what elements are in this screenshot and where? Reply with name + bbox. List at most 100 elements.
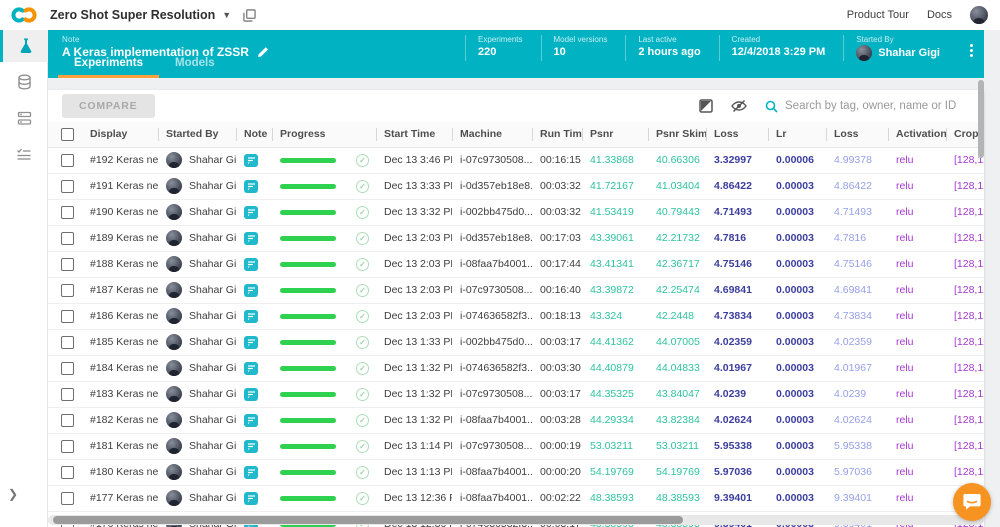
experiment-row[interactable]: #190 Keras ne... Shahar Gigi ✓ Dec 133:3… bbox=[48, 199, 984, 226]
select-all-checkbox[interactable] bbox=[48, 122, 82, 148]
column-header-activation[interactable]: Activation bbox=[888, 122, 947, 148]
experiment-row[interactable]: #177 Keras ne... Shahar Gigi ✓ Dec 1312:… bbox=[48, 485, 984, 512]
note-icon[interactable] bbox=[244, 439, 258, 453]
row-checkbox[interactable] bbox=[48, 329, 82, 356]
metric-psnr: 44.41362 bbox=[582, 329, 648, 356]
experiment-display-name[interactable]: #184 Keras ne... bbox=[82, 355, 158, 382]
intercom-chat-button[interactable] bbox=[953, 483, 991, 521]
column-header-display[interactable]: Display bbox=[82, 122, 158, 148]
hide-columns-eye-off-icon[interactable] bbox=[731, 99, 747, 113]
comet-logo[interactable] bbox=[0, 7, 48, 23]
status-complete-icon: ✓ bbox=[356, 387, 369, 401]
experiment-display-name[interactable]: #180 Keras ne... bbox=[82, 459, 158, 486]
search-input[interactable] bbox=[785, 100, 965, 112]
note-icon[interactable] bbox=[244, 413, 258, 427]
experiment-row[interactable]: #191 Keras ne... Shahar Gigi ✓ Dec 133:3… bbox=[48, 173, 984, 200]
experiment-display-name[interactable]: #187 Keras ne... bbox=[82, 277, 158, 304]
project-dropdown-caret-icon[interactable]: ▼ bbox=[222, 10, 231, 20]
note-icon[interactable] bbox=[244, 205, 258, 219]
experiment-display-name[interactable]: #189 Keras ne... bbox=[82, 225, 158, 252]
experiment-row[interactable]: #184 Keras ne... Shahar Gigi ✓ Dec 131:3… bbox=[48, 355, 984, 382]
experiment-display-name[interactable]: #177 Keras ne... bbox=[82, 485, 158, 512]
product-tour-link[interactable]: Product Tour bbox=[847, 9, 909, 21]
project-menu-kebab-icon[interactable] bbox=[964, 44, 978, 57]
sidebar-expand-chevron-icon[interactable]: ❯ bbox=[8, 487, 18, 501]
column-header-lr[interactable]: Lr bbox=[768, 122, 826, 148]
user-avatar[interactable] bbox=[970, 6, 988, 24]
row-checkbox[interactable] bbox=[48, 303, 82, 330]
compare-button[interactable]: COMPARE bbox=[62, 94, 155, 118]
vertical-scrollbar-thumb[interactable] bbox=[978, 80, 984, 158]
run-time: 00:17:44 bbox=[532, 251, 582, 278]
horizontal-scrollbar[interactable] bbox=[48, 515, 984, 525]
note-icon[interactable] bbox=[244, 153, 258, 167]
column-header-run-time[interactable]: Run Time bbox=[532, 122, 588, 148]
note-icon[interactable] bbox=[244, 283, 258, 297]
sidebar-item-datasets[interactable] bbox=[0, 66, 48, 98]
tab-models[interactable]: Models bbox=[159, 57, 231, 78]
experiment-row[interactable]: #182 Keras ne... Shahar Gigi ✓ Dec 131:3… bbox=[48, 407, 984, 434]
machine-id: i-0d357eb18e8... bbox=[452, 225, 532, 252]
row-owner-avatar bbox=[166, 438, 182, 454]
experiment-display-name[interactable]: #186 Keras ne... bbox=[82, 303, 158, 330]
note-icon[interactable] bbox=[244, 387, 258, 401]
row-checkbox[interactable] bbox=[48, 485, 82, 512]
experiment-row[interactable]: #183 Keras ne... Shahar Gigi ✓ Dec 131:3… bbox=[48, 381, 984, 408]
row-checkbox[interactable] bbox=[48, 433, 82, 460]
sidebar-item-experiments[interactable] bbox=[0, 30, 48, 62]
column-header-psnr[interactable]: Psnr bbox=[582, 122, 648, 148]
experiment-row[interactable]: #186 Keras ne... Shahar Gigi ✓ Dec 132:0… bbox=[48, 303, 984, 330]
note-icon[interactable] bbox=[244, 231, 258, 245]
experiment-row[interactable]: #192 Keras ne... Shahar Gigi ✓ Dec 133:4… bbox=[48, 147, 984, 174]
note-icon[interactable] bbox=[244, 257, 258, 271]
row-checkbox[interactable] bbox=[48, 381, 82, 408]
row-owner-avatar bbox=[166, 256, 182, 272]
row-checkbox[interactable] bbox=[48, 251, 82, 278]
experiment-display-name[interactable]: #182 Keras ne... bbox=[82, 407, 158, 434]
experiment-row[interactable]: #185 Keras ne... Shahar Gigi ✓ Dec 131:3… bbox=[48, 329, 984, 356]
column-header-progress[interactable]: Progress bbox=[272, 122, 376, 148]
experiment-row[interactable]: #187 Keras ne... Shahar Gigi ✓ Dec 132:0… bbox=[48, 277, 984, 304]
experiment-display-name[interactable]: #183 Keras ne... bbox=[82, 381, 158, 408]
note-icon[interactable] bbox=[244, 309, 258, 323]
note-icon[interactable] bbox=[244, 335, 258, 349]
experiment-display-name[interactable]: #192 Keras ne... bbox=[82, 147, 158, 174]
sidebar-item-tasks[interactable] bbox=[0, 138, 48, 170]
column-header-loss[interactable]: Loss bbox=[706, 122, 768, 148]
row-checkbox[interactable] bbox=[48, 225, 82, 252]
row-checkbox[interactable] bbox=[48, 173, 82, 200]
note-icon[interactable] bbox=[244, 361, 258, 375]
experiment-display-name[interactable]: #191 Keras ne... bbox=[82, 173, 158, 200]
row-checkbox[interactable] bbox=[48, 355, 82, 382]
note-icon[interactable] bbox=[244, 465, 258, 479]
tab-experiments[interactable]: Experiments bbox=[58, 57, 160, 78]
experiment-row[interactable]: #188 Keras ne... Shahar Gigi ✓ Dec 132:0… bbox=[48, 251, 984, 278]
sidebar-item-reports[interactable] bbox=[0, 102, 48, 134]
experiment-display-name[interactable]: #188 Keras ne... bbox=[82, 251, 158, 278]
row-checkbox[interactable] bbox=[48, 459, 82, 486]
horizontal-scrollbar-thumb[interactable] bbox=[53, 516, 683, 524]
experiment-row[interactable]: #180 Keras ne... Shahar Gigi ✓ Dec 131:1… bbox=[48, 459, 984, 486]
note-icon[interactable] bbox=[244, 491, 258, 505]
copy-project-icon[interactable] bbox=[243, 8, 256, 22]
row-checkbox[interactable] bbox=[48, 199, 82, 226]
experiment-display-name[interactable]: #181 Keras ne... bbox=[82, 433, 158, 460]
column-header-note[interactable]: Note bbox=[236, 122, 272, 148]
docs-link[interactable]: Docs bbox=[927, 9, 952, 21]
experiment-display-name[interactable]: #185 Keras ne... bbox=[82, 329, 158, 356]
experiment-display-name[interactable]: #190 Keras ne... bbox=[82, 199, 158, 226]
row-checkbox[interactable] bbox=[48, 147, 82, 174]
column-header-start-time[interactable]: Start Time bbox=[376, 122, 452, 148]
column-header-machine[interactable]: Machine bbox=[452, 122, 532, 148]
column-header-started-by[interactable]: Started By bbox=[158, 122, 236, 148]
experiment-row[interactable]: #189 Keras ne... Shahar Gigi ✓ Dec 132:0… bbox=[48, 225, 984, 252]
note-icon[interactable] bbox=[244, 179, 258, 193]
param-crop: [128,128] bbox=[946, 459, 984, 486]
row-checkbox[interactable] bbox=[48, 277, 82, 304]
column-header-loss-2[interactable]: Loss bbox=[826, 122, 888, 148]
experiment-row[interactable]: #181 Keras ne... Shahar Gigi ✓ Dec 131:1… bbox=[48, 433, 984, 460]
archive-toggle-icon[interactable] bbox=[699, 99, 713, 113]
edit-note-pencil-icon[interactable] bbox=[257, 46, 269, 58]
row-checkbox[interactable] bbox=[48, 407, 82, 434]
column-header-psnr-skim[interactable]: Psnr Skim... bbox=[648, 122, 716, 148]
